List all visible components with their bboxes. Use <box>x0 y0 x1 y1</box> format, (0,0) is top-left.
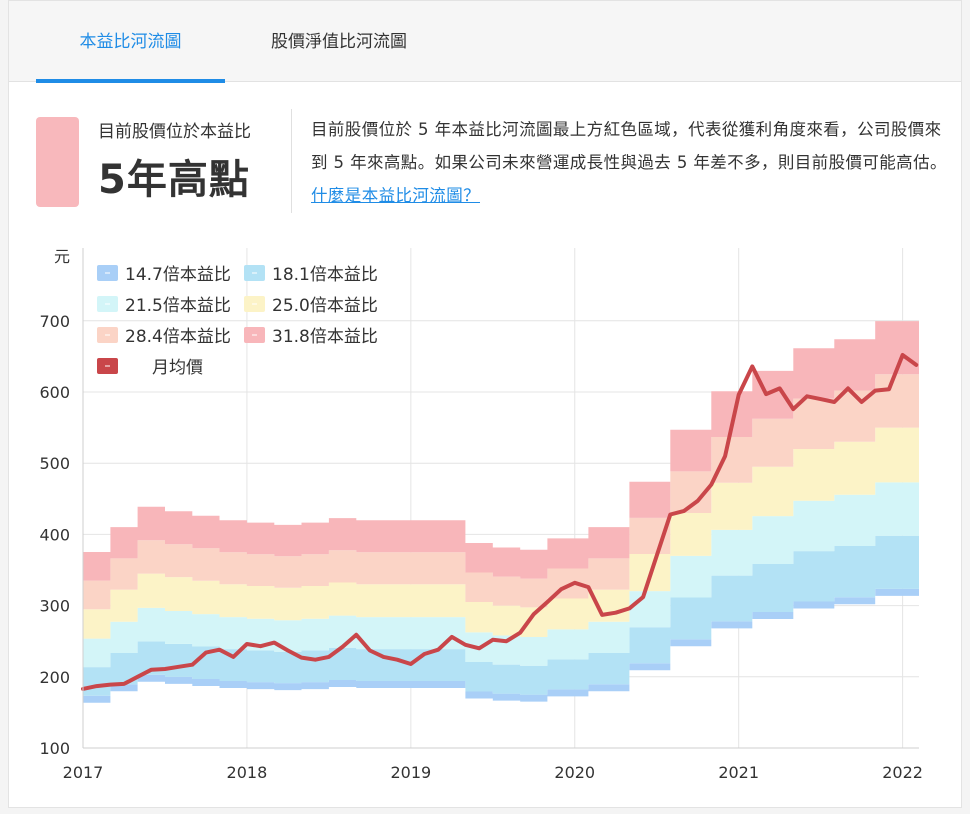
y-tick-label: 400 <box>39 525 70 544</box>
legend-label: 14.7倍本益比 <box>125 265 231 285</box>
y-tick-label: 700 <box>39 312 70 331</box>
y-axis-label: 元 <box>54 247 70 266</box>
x-tick-label: 2017 <box>63 763 104 782</box>
y-tick-label: 100 <box>39 739 70 758</box>
legend-label: 18.1倍本益比 <box>272 265 378 285</box>
legend-label: 25.0倍本益比 <box>272 296 378 316</box>
x-tick-label: 2022 <box>882 763 923 782</box>
y-tick-label: 500 <box>39 454 70 473</box>
y-tick-label: 300 <box>39 597 70 616</box>
y-tick-label: 600 <box>39 383 70 402</box>
legend-label: 28.4倍本益比 <box>125 327 231 347</box>
x-tick-label: 2019 <box>390 763 431 782</box>
legend-label-price: 月均價 <box>152 358 203 378</box>
pe-river-chart: 100 200 300 400 500 600 700 元 2017 2018 2019 2020 20… <box>39 247 923 782</box>
x-tick-label: 2018 <box>227 763 268 782</box>
legend-label: 21.5倍本益比 <box>125 296 231 316</box>
legend-label: 31.8倍本益比 <box>272 327 378 347</box>
x-tick-label: 2021 <box>718 763 759 782</box>
y-tick-label: 200 <box>39 668 70 687</box>
x-tick-label: 2020 <box>554 763 595 782</box>
